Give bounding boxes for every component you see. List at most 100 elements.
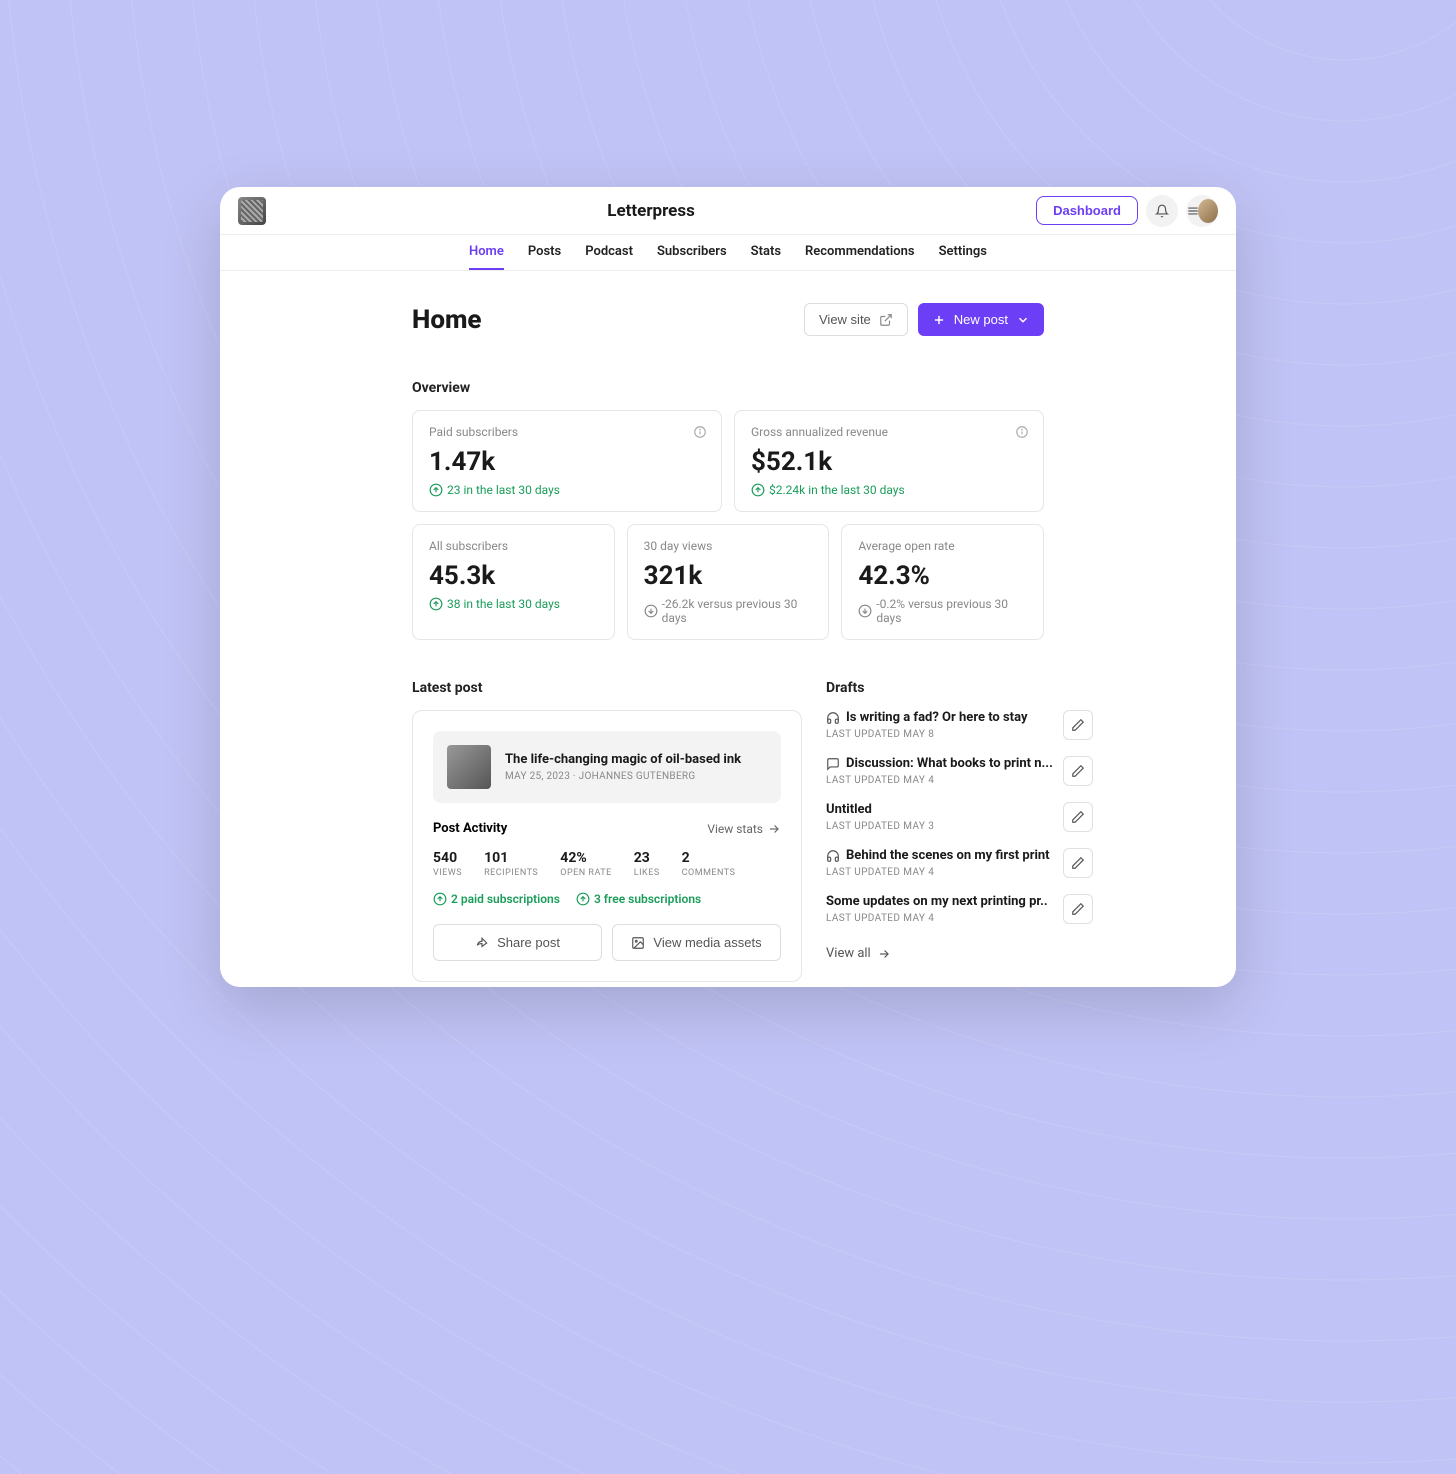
chevron-down-icon — [1016, 313, 1030, 327]
dashboard-button[interactable]: Dashboard — [1036, 196, 1138, 225]
card-open-rate[interactable]: Average open rate 42.3% -0.2% versus pre… — [841, 524, 1044, 640]
pencil-icon — [1071, 764, 1085, 778]
overview-row2: All subscribers 45.3k 38 in the last 30 … — [412, 524, 1044, 640]
share-post-button[interactable]: Share post — [433, 924, 602, 961]
view-stats-link[interactable]: View stats — [707, 822, 781, 836]
stat-views: 540 VIEWS — [433, 850, 462, 878]
drafts-section: Drafts Is writing a fad? Or here to stay… — [826, 680, 1093, 982]
delta-text: $2.24k in the last 30 days — [769, 483, 905, 497]
edit-draft-button[interactable] — [1063, 848, 1093, 878]
draft-info[interactable]: Untitled LAST UPDATED MAY 3 — [826, 802, 1053, 832]
edit-draft-button[interactable] — [1063, 894, 1093, 924]
card-value: 321k — [644, 561, 813, 591]
card-value: 45.3k — [429, 561, 598, 591]
tab-subscribers[interactable]: Subscribers — [657, 235, 727, 270]
post-hero-text: The life-changing magic of oil-based ink… — [505, 752, 741, 782]
stat-lbl: LIKES — [634, 868, 660, 878]
post-meta: MAY 25, 2023 · JOHANNES GUTENBERG — [505, 771, 741, 782]
new-post-button[interactable]: New post — [918, 303, 1044, 336]
pencil-icon — [1071, 810, 1085, 824]
drafts-list: Is writing a fad? Or here to stay LAST U… — [826, 710, 1093, 961]
edit-draft-button[interactable] — [1063, 710, 1093, 740]
post-actions: Share post View media assets — [433, 924, 781, 961]
draft-updated: LAST UPDATED MAY 8 — [826, 729, 1053, 740]
tab-stats[interactable]: Stats — [751, 235, 781, 270]
two-col: Latest post The life-changing magic of o… — [412, 680, 1044, 982]
card-delta: -26.2k versus previous 30 days — [644, 597, 813, 625]
latest-post-card: The life-changing magic of oil-based ink… — [412, 710, 802, 982]
card-paid-subscribers[interactable]: Paid subscribers 1.47k 23 in the last 30… — [412, 410, 722, 512]
card-label: Average open rate — [858, 539, 1027, 553]
post-hero[interactable]: The life-changing magic of oil-based ink… — [433, 731, 781, 803]
draft-info[interactable]: Behind the scenes on my first print LAST… — [826, 848, 1053, 878]
bell-icon — [1155, 204, 1169, 218]
avatar — [1198, 199, 1218, 223]
draft-updated: LAST UPDATED MAY 3 — [826, 821, 1053, 832]
notifications-button[interactable] — [1146, 195, 1178, 227]
plus-icon — [932, 313, 946, 327]
draft-info[interactable]: Some updates on my next printing pr.. LA… — [826, 894, 1053, 924]
stat-recipients: 101 RECIPIENTS — [484, 850, 538, 878]
latest-post-label: Latest post — [412, 680, 802, 696]
app-logo — [238, 197, 266, 225]
tab-podcast[interactable]: Podcast — [585, 235, 633, 270]
draft-updated: LAST UPDATED MAY 4 — [826, 913, 1053, 924]
arrow-up-icon — [429, 597, 443, 611]
view-site-button[interactable]: View site — [804, 303, 908, 336]
topbar-right: Dashboard — [1036, 195, 1218, 227]
stat-val: 23 — [634, 850, 660, 866]
info-icon[interactable] — [693, 425, 707, 439]
delta-text: 23 in the last 30 days — [447, 483, 560, 497]
post-thumbnail — [447, 745, 491, 789]
card-all-subscribers[interactable]: All subscribers 45.3k 38 in the last 30 … — [412, 524, 615, 640]
card-label: All subscribers — [429, 539, 598, 553]
menu-button[interactable] — [1186, 195, 1218, 227]
edit-draft-button[interactable] — [1063, 802, 1093, 832]
pencil-icon — [1071, 856, 1085, 870]
tab-recommendations[interactable]: Recommendations — [805, 235, 915, 270]
draft-info[interactable]: Discussion: What books to print n... LAS… — [826, 756, 1053, 786]
view-site-label: View site — [819, 312, 871, 327]
stat-val: 42% — [560, 850, 611, 866]
card-value: 42.3% — [858, 561, 1027, 591]
delta-text: -0.2% versus previous 30 days — [876, 597, 1027, 625]
draft-row: Some updates on my next printing pr.. LA… — [826, 894, 1093, 924]
edit-draft-button[interactable] — [1063, 756, 1093, 786]
tab-home[interactable]: Home — [469, 235, 504, 270]
paid-delta-text: 2 paid subscriptions — [451, 892, 560, 906]
delta-text: 38 in the last 30 days — [447, 597, 560, 611]
view-all-link[interactable]: View all — [826, 946, 1093, 961]
overview-label: Overview — [412, 380, 1044, 396]
stat-likes: 23 LIKES — [634, 850, 660, 878]
sub-deltas: 2 paid subscriptions 3 free subscription… — [433, 892, 781, 906]
card-delta: $2.24k in the last 30 days — [751, 483, 1027, 497]
header-actions: View site New post — [804, 303, 1044, 336]
draft-row: Is writing a fad? Or here to stay LAST U… — [826, 710, 1093, 740]
share-icon — [475, 936, 489, 950]
headphones-icon — [826, 849, 840, 863]
card-label: Paid subscribers — [429, 425, 705, 439]
stat-lbl: RECIPIENTS — [484, 868, 538, 878]
post-title: The life-changing magic of oil-based ink — [505, 752, 741, 767]
arrow-up-icon — [751, 483, 765, 497]
tab-settings[interactable]: Settings — [939, 235, 987, 270]
arrow-up-icon — [576, 892, 590, 906]
card-30-day-views[interactable]: 30 day views 321k -26.2k versus previous… — [627, 524, 830, 640]
activity-header: Post Activity View stats — [433, 821, 781, 836]
card-value: 1.47k — [429, 447, 705, 477]
page-title: Home — [412, 305, 482, 335]
draft-info[interactable]: Is writing a fad? Or here to stay LAST U… — [826, 710, 1053, 740]
post-author: JOHANNES GUTENBERG — [579, 771, 696, 782]
draft-title: Is writing a fad? Or here to stay — [846, 710, 1028, 725]
tab-posts[interactable]: Posts — [528, 235, 561, 270]
card-revenue[interactable]: Gross annualized revenue $52.1k $2.24k i… — [734, 410, 1044, 512]
info-icon[interactable] — [1015, 425, 1029, 439]
card-delta: 38 in the last 30 days — [429, 597, 598, 611]
nav-tabs: Home Posts Podcast Subscribers Stats Rec… — [220, 235, 1236, 271]
arrow-up-icon — [429, 483, 443, 497]
app-window: Letterpress Dashboard Home Posts Podcast… — [220, 187, 1236, 987]
arrow-up-icon — [433, 892, 447, 906]
view-media-button[interactable]: View media assets — [612, 924, 781, 961]
image-icon — [631, 936, 645, 950]
draft-row: Behind the scenes on my first print LAST… — [826, 848, 1093, 878]
